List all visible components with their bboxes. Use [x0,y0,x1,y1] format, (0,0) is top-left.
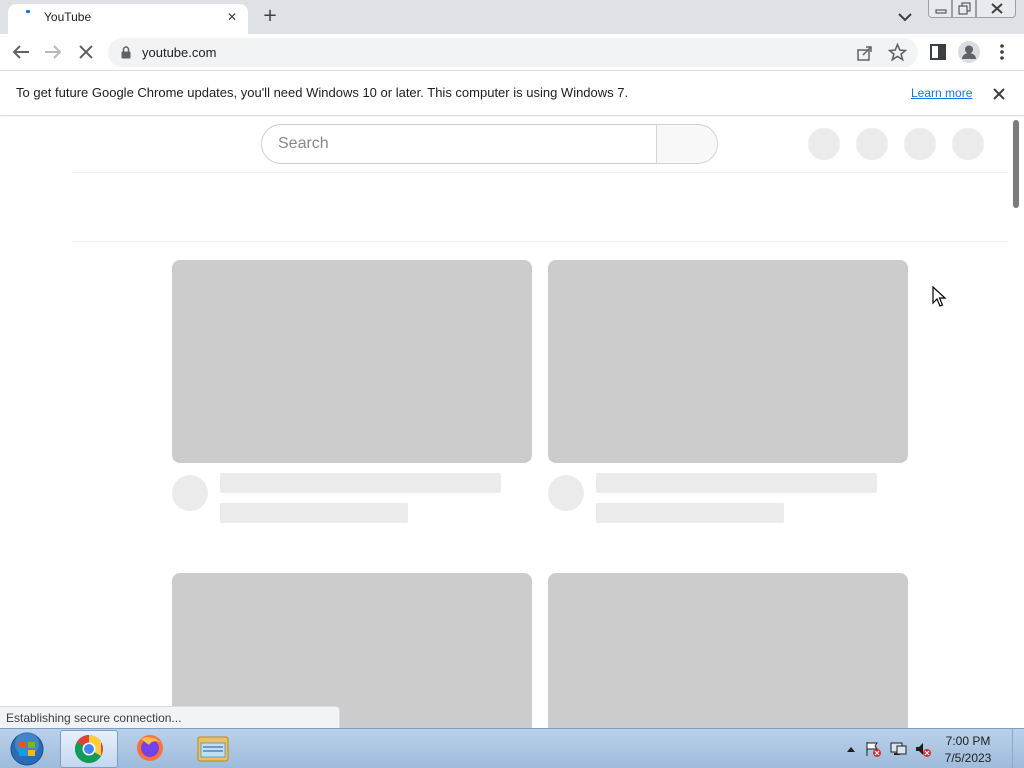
start-button[interactable] [6,731,48,767]
new-tab-button[interactable]: + [258,4,282,28]
page-scrollbar[interactable] [1008,117,1024,728]
back-arrow-icon[interactable] [9,40,33,64]
header-icon-placeholder [952,128,984,160]
video-thumbnail-skeleton [548,260,908,463]
status-bubble: Establishing secure connection... [0,706,340,728]
taskbar-explorer-button[interactable] [184,730,242,768]
search-button[interactable] [656,124,718,164]
clock-date[interactable]: 7/5/2023 [936,751,1000,765]
forward-arrow-icon[interactable] [41,40,65,64]
video-thumbnail-skeleton [172,260,532,463]
network-icon[interactable] [889,740,907,758]
channel-avatar-skeleton [548,475,584,511]
share-icon[interactable] [856,44,874,62]
title-line-skeleton [596,473,877,493]
clock-time[interactable]: 7:00 PM [936,734,1000,748]
lock-icon[interactable] [120,46,132,59]
action-center-flag-icon[interactable] [864,740,882,758]
scrollbar-thumb[interactable] [1013,120,1019,208]
loading-favicon-icon [26,10,30,13]
windows-taskbar: 7:00 PM 7/5/2023 [0,728,1024,768]
video-thumbnail-skeleton [172,573,532,728]
search-placeholder: Search [278,135,329,152]
tab-search-chevron-icon[interactable] [893,7,917,27]
channel-avatar-skeleton [172,475,208,511]
firefox-icon [137,735,163,761]
learn-more-link[interactable]: Learn more [911,86,972,100]
file-explorer-icon [197,736,229,762]
volume-muted-icon[interactable] [914,740,932,758]
taskbar-chrome-button[interactable] [60,730,118,768]
chips-divider [72,241,1008,242]
search-input[interactable]: Search [261,124,657,164]
youtube-page: Search [0,117,1024,728]
video-thumbnail-skeleton [548,573,908,728]
status-text: Establishing secure connection... [6,711,182,725]
window-restore-button[interactable] [952,0,976,18]
tab-title: YouTube [44,10,92,24]
infobar-close-icon[interactable] [988,83,1010,105]
show-hidden-icons-icon[interactable] [845,744,857,754]
infobar-message: To get future Google Chrome updates, you… [16,85,629,100]
header-icon-placeholder [904,128,936,160]
menu-kebab-icon[interactable] [990,40,1014,64]
bookmark-star-icon[interactable] [888,43,907,62]
address-text: youtube.com [142,45,217,60]
update-infobar: To get future Google Chrome updates, you… [0,71,1024,116]
title-line-skeleton [220,473,501,493]
tab-youtube[interactable]: YouTube ✕ [8,4,248,34]
profile-avatar-icon[interactable] [958,41,980,63]
meta-line-skeleton [596,503,784,523]
mouse-cursor-icon [932,286,947,307]
chrome-icon [75,735,103,763]
side-panel-icon[interactable] [926,40,950,64]
tab-strip: YouTube ✕ + [0,0,1024,34]
browser-toolbar: youtube.com [0,34,1024,71]
show-desktop-button[interactable] [1012,729,1024,768]
address-bar[interactable]: youtube.com [108,38,918,67]
window-minimize-button[interactable] [928,0,952,18]
header-icon-placeholder [856,128,888,160]
screen: YouTube ✕ + youtube.com To get future Go… [0,0,1024,768]
window-close-button[interactable] [976,0,1016,18]
stop-loading-icon[interactable] [74,40,98,64]
tab-close-icon[interactable]: ✕ [222,7,242,27]
meta-line-skeleton [220,503,408,523]
header-icon-placeholder [808,128,840,160]
taskbar-firefox-button[interactable] [122,730,180,768]
header-divider [72,172,1008,173]
